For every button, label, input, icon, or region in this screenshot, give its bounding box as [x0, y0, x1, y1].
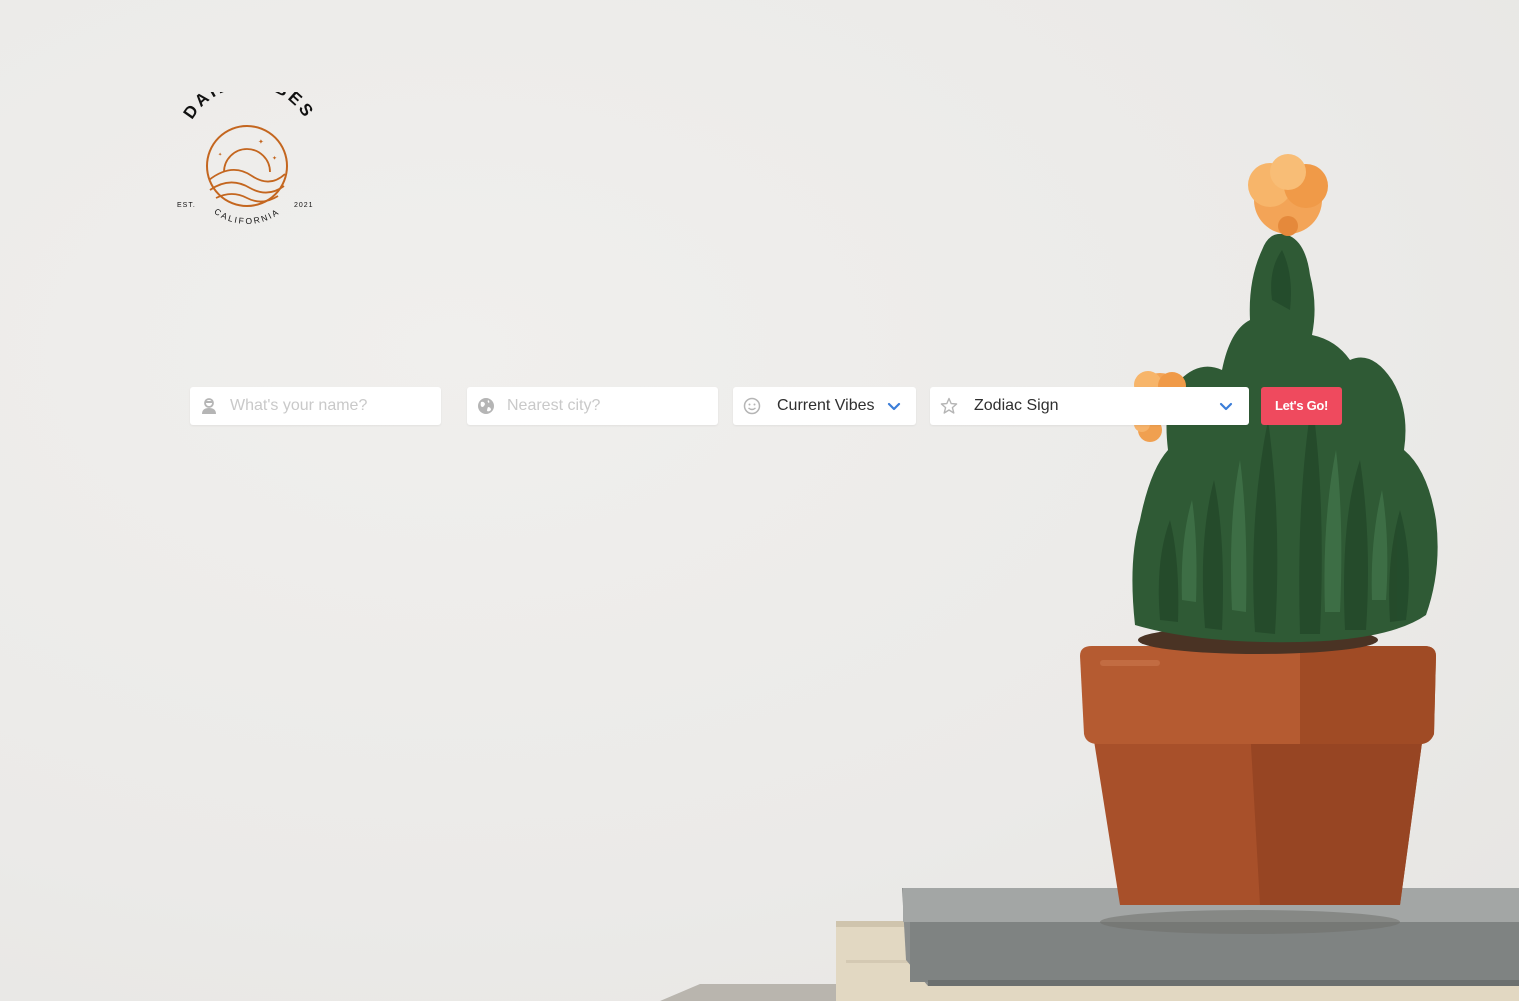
logo-location: CALIFORNIA	[213, 206, 280, 226]
user-icon	[200, 397, 218, 415]
svg-text:✦: ✦	[218, 152, 222, 158]
city-input[interactable]	[507, 387, 707, 425]
star-icon	[940, 397, 958, 415]
smiley-icon	[743, 397, 761, 415]
current-vibes-select[interactable]: Current Vibes	[733, 387, 916, 425]
lets-go-button[interactable]: Let's Go!	[1261, 387, 1342, 425]
svg-text:CALIFORNIA: CALIFORNIA	[213, 206, 282, 226]
chevron-down-icon[interactable]	[887, 400, 901, 412]
globe-icon	[477, 397, 495, 415]
name-field[interactable]	[190, 387, 441, 425]
city-field[interactable]	[467, 387, 718, 425]
chevron-down-icon[interactable]	[1219, 400, 1233, 412]
zodiac-sign-select[interactable]: Zodiac Sign	[930, 387, 1249, 425]
current-vibes-value: Current Vibes	[777, 397, 875, 414]
logo-est: EST.	[177, 202, 196, 209]
svg-text:✦: ✦	[258, 138, 264, 146]
logo-title: DAILY VIBES	[180, 72, 316, 122]
logo-year: 2021	[294, 202, 314, 209]
daily-vibes-logo[interactable]: DAILY VIBES ✦ ✦ ✦ EST. 2021 CALIFORNIA	[172, 72, 322, 228]
svg-text:✦: ✦	[272, 155, 277, 162]
zodiac-sign-value: Zodiac Sign	[974, 397, 1059, 414]
name-input[interactable]	[230, 387, 430, 425]
svg-text:DAILY VIBES: DAILY VIBES	[180, 92, 319, 122]
